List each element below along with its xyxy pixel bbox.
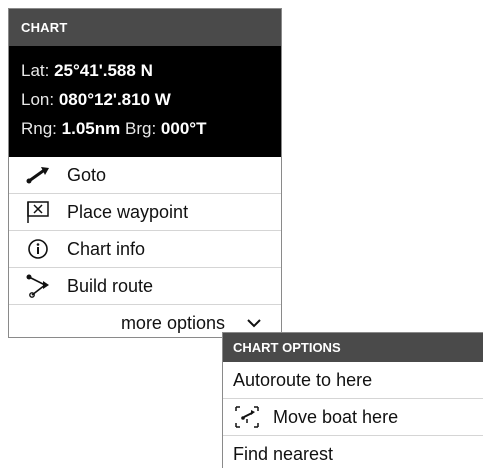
range-value: 1.05nm bbox=[61, 119, 121, 138]
range-label: Rng: bbox=[21, 119, 57, 138]
menu-item-chart-info[interactable]: Chart info bbox=[9, 231, 281, 268]
place-waypoint-label: Place waypoint bbox=[67, 201, 189, 222]
submenu-title: CHART OPTIONS bbox=[223, 333, 483, 362]
more-options-label: more options bbox=[120, 312, 225, 333]
longitude-label: Lon: bbox=[21, 90, 55, 109]
find-nearest-label: Find nearest bbox=[233, 443, 334, 464]
cursor-position-panel: Lat: 25°41'.588 N Lon: 080°12'.810 W Rng… bbox=[9, 46, 281, 157]
goto-label: Goto bbox=[67, 164, 107, 185]
longitude-value: 080°12'.810 W bbox=[58, 90, 171, 109]
menu-item-autoroute[interactable]: Autoroute to here bbox=[223, 362, 483, 399]
latitude-value: 25°41'.588 N bbox=[54, 61, 153, 80]
bearing-label: Brg: bbox=[124, 119, 157, 138]
chart-context-menu: CHART Lat: 25°41'.588 N Lon: 080°12'.810… bbox=[8, 8, 282, 338]
chevron-down-icon bbox=[243, 312, 265, 334]
build-route-label: Build route bbox=[67, 275, 154, 296]
autoroute-label: Autoroute to here bbox=[233, 369, 373, 390]
menu-title: CHART bbox=[9, 9, 281, 46]
latitude-row: Lat: 25°41'.588 N bbox=[21, 56, 281, 85]
latitude-label: Lat: bbox=[21, 61, 50, 80]
bearing-value: 000°T bbox=[160, 119, 207, 138]
info-icon bbox=[9, 231, 67, 267]
menu-item-find-nearest[interactable]: Find nearest bbox=[223, 436, 483, 468]
menu-item-build-route[interactable]: Build route bbox=[9, 268, 281, 305]
move-boat-label: Move boat here bbox=[273, 406, 399, 427]
longitude-row: Lon: 080°12'.810 W bbox=[21, 85, 281, 114]
chart-options-submenu: CHART OPTIONS Autoroute to here Move boa… bbox=[222, 332, 483, 468]
chart-info-label: Chart info bbox=[67, 238, 146, 259]
waypoint-flag-icon bbox=[9, 194, 67, 230]
range-bearing-row: Rng: 1.05nm Brg: 000°T bbox=[21, 114, 281, 143]
goto-arrow-icon bbox=[9, 157, 67, 193]
menu-item-move-boat[interactable]: Move boat here bbox=[223, 399, 483, 436]
route-icon bbox=[9, 268, 67, 304]
menu-item-goto[interactable]: Goto bbox=[9, 157, 281, 194]
move-boat-icon bbox=[233, 402, 273, 432]
menu-item-place-waypoint[interactable]: Place waypoint bbox=[9, 194, 281, 231]
